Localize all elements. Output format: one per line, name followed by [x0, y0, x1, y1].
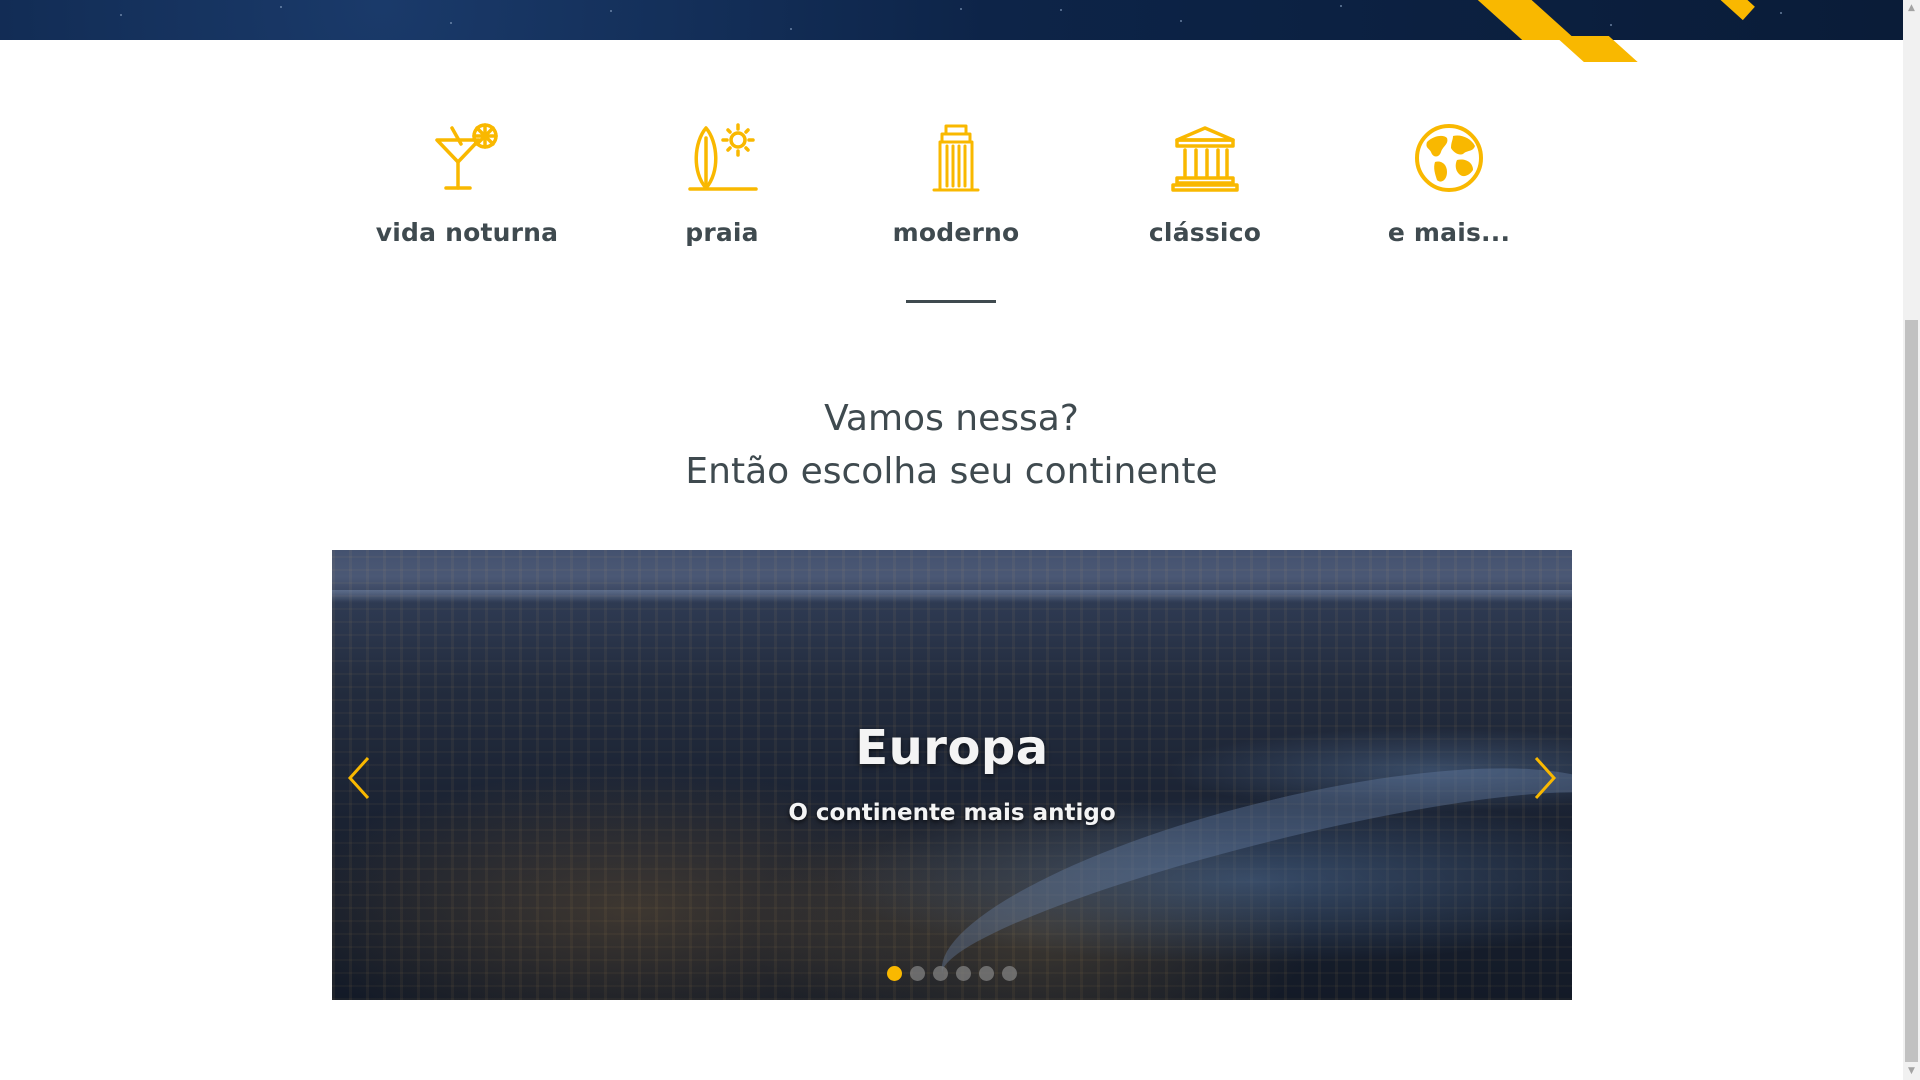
page-scrollbar[interactable]: ▲ ▼ [1903, 0, 1920, 1080]
category-moderno[interactable]: moderno [856, 122, 1056, 247]
category-praia[interactable]: praia [622, 122, 822, 247]
category-label: moderno [892, 218, 1020, 247]
section-divider [906, 300, 996, 303]
carousel-prev-button[interactable] [340, 748, 380, 808]
category-label: vida noturna [375, 218, 559, 247]
category-label: clássico [1148, 218, 1262, 247]
scroll-up-arrow-icon[interactable]: ▲ [1903, 0, 1920, 17]
banner-stripe-overhang [1555, 36, 1665, 62]
category-classico[interactable]: clássico [1105, 122, 1305, 247]
headline-line-1: Vamos nessa? [824, 398, 1079, 439]
carousel-dot-1[interactable] [887, 966, 902, 981]
globe-icon [1415, 124, 1483, 192]
section-headline: Vamos nessa? Então escolha seu continent… [0, 392, 1903, 498]
scrollbar-thumb[interactable] [1905, 320, 1918, 1062]
slide-image-horizon [332, 590, 1572, 602]
surfboard-sun-icon [688, 123, 758, 191]
category-label: praia [685, 218, 759, 247]
carousel-dot-2[interactable] [910, 966, 925, 981]
classical-building-icon [1171, 126, 1239, 192]
carousel-dot-4[interactable] [956, 966, 971, 981]
category-label: e mais... [1387, 218, 1511, 247]
chevron-right-icon [1534, 756, 1557, 800]
banner-stripe-small [1713, 0, 1755, 21]
continent-carousel[interactable]: Europa O continente mais antigo [332, 550, 1572, 1000]
scroll-down-arrow-icon[interactable]: ▼ [1903, 1063, 1920, 1080]
skyscraper-icon [932, 124, 980, 192]
slide-title: Europa [855, 720, 1049, 776]
carousel-next-button[interactable] [1524, 748, 1564, 808]
slide-subtitle: O continente mais antigo [788, 800, 1116, 826]
page: vida noturna praia moderno clássico e ma… [0, 0, 1920, 1080]
carousel-dot-6[interactable] [1002, 966, 1017, 981]
headline-line-2: Então escolha seu continente [685, 451, 1218, 492]
category-list: vida noturna praia moderno clássico e ma… [340, 122, 1560, 262]
banner-stripe [1473, 0, 1603, 40]
category-vida-noturna[interactable]: vida noturna [367, 122, 567, 247]
top-banner [0, 0, 1903, 40]
carousel-dot-5[interactable] [979, 966, 994, 981]
carousel-indicators [332, 966, 1572, 981]
cocktail-icon [435, 123, 498, 190]
chevron-left-icon [347, 756, 370, 800]
carousel-dot-3[interactable] [933, 966, 948, 981]
category-e-mais[interactable]: e mais... [1349, 122, 1549, 247]
